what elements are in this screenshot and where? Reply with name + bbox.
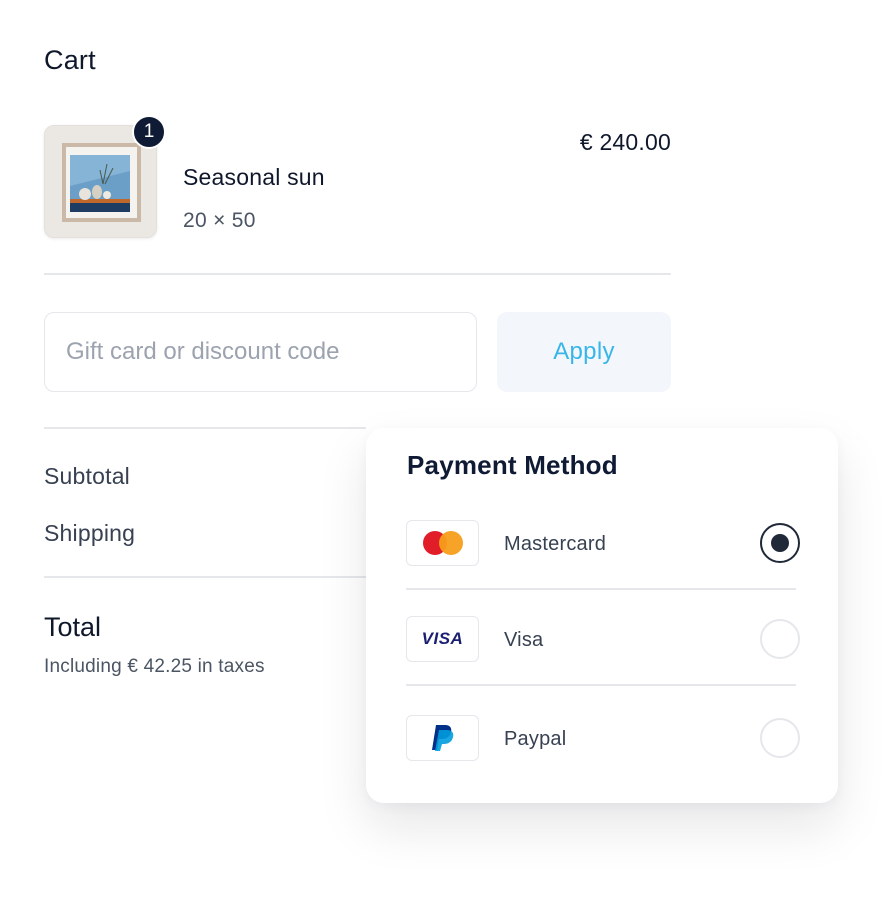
subtotal-label: Subtotal <box>44 463 130 489</box>
payment-option-label: Mastercard <box>504 533 607 555</box>
radio-paypal[interactable] <box>760 718 800 758</box>
item-name: Seasonal sun <box>183 164 325 190</box>
mastercard-icon <box>422 531 463 555</box>
mastercard-logo <box>406 520 479 566</box>
visa-logo: VISA <box>406 616 479 662</box>
cart-divider <box>44 273 671 275</box>
discount-code-input[interactable] <box>44 312 477 392</box>
payment-option-mastercard[interactable]: Mastercard <box>406 520 800 570</box>
radio-visa[interactable] <box>760 619 800 659</box>
cart-title: Cart <box>44 45 96 75</box>
payment-option-visa[interactable]: VISA Visa <box>406 616 800 666</box>
paypal-icon <box>431 725 453 751</box>
payment-row-divider <box>406 684 796 686</box>
payment-option-paypal[interactable]: Paypal <box>406 715 800 765</box>
paypal-logo <box>406 715 479 761</box>
quantity-badge: 1 <box>132 115 166 149</box>
item-size: 20 × 50 <box>183 209 256 232</box>
summary-divider-top <box>44 427 366 429</box>
payment-title: Payment Method <box>407 450 618 480</box>
payment-method-card: Payment Method Mastercard VISA Visa Payp… <box>366 428 838 803</box>
payment-option-label: Visa <box>504 629 544 651</box>
tax-note: Including € 42.25 in taxes <box>44 656 265 677</box>
total-label: Total <box>44 612 102 642</box>
item-price: € 240.00 <box>579 129 671 155</box>
visa-icon: VISA <box>421 629 464 648</box>
apply-button[interactable]: Apply <box>497 312 671 392</box>
radio-mastercard[interactable] <box>760 523 800 563</box>
payment-option-label: Paypal <box>504 728 567 750</box>
summary-divider-bottom <box>44 576 366 578</box>
payment-row-divider <box>406 588 796 590</box>
shipping-label: Shipping <box>44 520 136 546</box>
